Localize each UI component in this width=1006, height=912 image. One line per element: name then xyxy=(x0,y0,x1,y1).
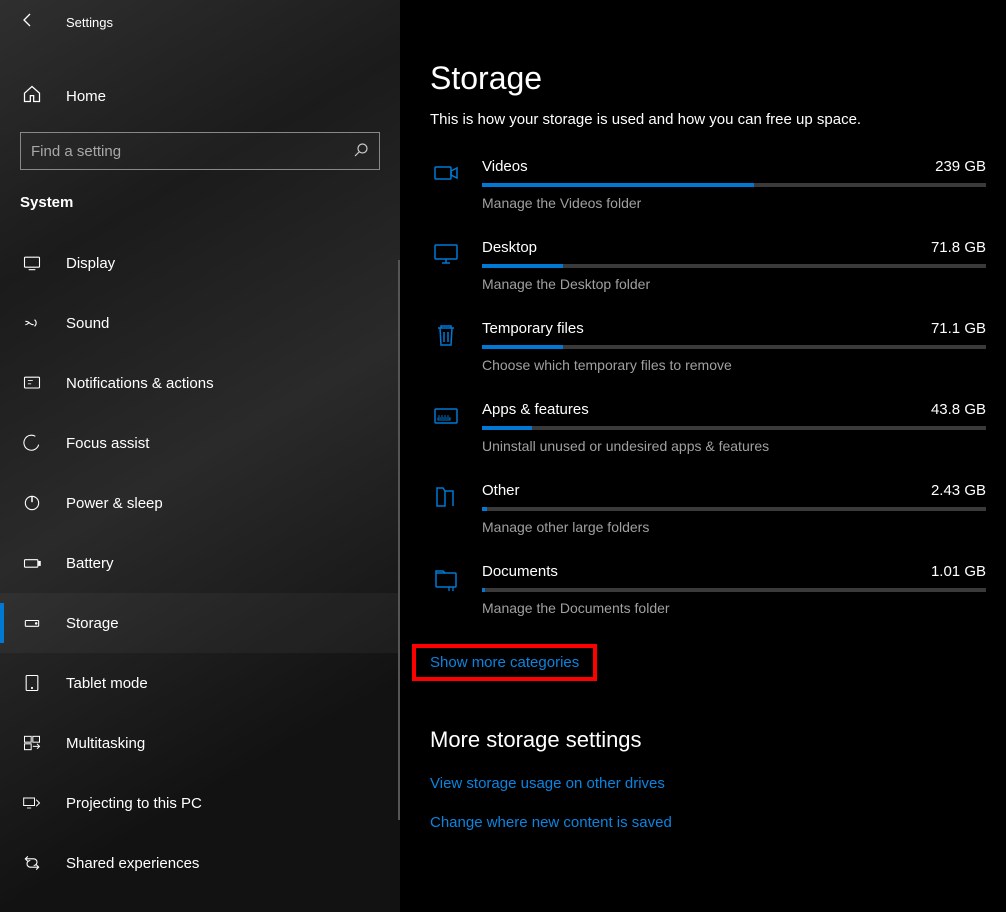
nav-label: Sound xyxy=(66,315,109,332)
home-label: Home xyxy=(66,88,106,105)
nav-label: Tablet mode xyxy=(66,675,148,692)
highlight-box: Show more categories xyxy=(412,644,597,681)
page-subtitle: This is how your storage is used and how… xyxy=(430,111,986,128)
storage-size: 2.43 GB xyxy=(931,482,986,499)
app-title: Settings xyxy=(66,15,113,30)
storage-row-temporary-files[interactable]: Temporary files 71.1 GB Choose which tempo… xyxy=(430,320,986,373)
storage-name: Videos xyxy=(482,158,528,175)
storage-size: 1.01 GB xyxy=(931,563,986,580)
storage-bar xyxy=(482,426,986,430)
storage-bar xyxy=(482,264,986,268)
nav-label: Display xyxy=(66,255,115,272)
storage-bar xyxy=(482,588,986,592)
nav-item-focus-assist[interactable]: Focus assist xyxy=(0,413,400,473)
nav-icon xyxy=(22,613,42,633)
search-box[interactable] xyxy=(20,132,380,170)
view-other-drives-link[interactable]: View storage usage on other drives xyxy=(430,775,986,792)
storage-name: Other xyxy=(482,482,520,499)
storage-name: Desktop xyxy=(482,239,537,256)
storage-row-videos[interactable]: Videos 239 GB Manage the Videos folder xyxy=(430,158,986,211)
show-more-link[interactable]: Show more categories xyxy=(430,654,579,671)
nav-icon xyxy=(22,853,42,873)
storage-size: 43.8 GB xyxy=(931,401,986,418)
storage-list: Videos 239 GB Manage the Videos folder Desk… xyxy=(430,158,986,616)
desktop-icon xyxy=(430,239,462,267)
nav-item-display[interactable]: Display xyxy=(0,233,400,293)
nav-item-notifications-actions[interactable]: Notifications & actions xyxy=(0,353,400,413)
main-panel: Storage This is how your storage is used… xyxy=(400,0,1006,912)
apps-icon xyxy=(430,401,462,429)
nav-item-shared-experiences[interactable]: Shared experiences xyxy=(0,833,400,893)
storage-desc: Manage the Videos folder xyxy=(482,195,986,211)
storage-desc: Manage the Desktop folder xyxy=(482,276,986,292)
storage-size: 239 GB xyxy=(935,158,986,175)
nav-item-projecting-to-this-pc[interactable]: Projecting to this PC xyxy=(0,773,400,833)
document-icon xyxy=(430,563,462,591)
video-icon xyxy=(430,158,462,186)
nav-item-multitasking[interactable]: Multitasking xyxy=(0,713,400,773)
section-header: System xyxy=(0,170,400,221)
nav-label: Multitasking xyxy=(66,735,145,752)
page-title: Storage xyxy=(430,60,986,97)
sidebar: Settings Home System Display Sound Notific… xyxy=(0,0,400,912)
nav-item-power-sleep[interactable]: Power & sleep xyxy=(0,473,400,533)
nav-label: Notifications & actions xyxy=(66,375,214,392)
storage-bar xyxy=(482,507,986,511)
storage-name: Apps & features xyxy=(482,401,589,418)
storage-size: 71.8 GB xyxy=(931,239,986,256)
storage-row-documents[interactable]: Documents 1.01 GB Manage the Documents fol… xyxy=(430,563,986,616)
back-arrow-icon[interactable] xyxy=(20,12,36,33)
nav-icon xyxy=(22,253,42,273)
nav-icon xyxy=(22,793,42,813)
sidebar-scrollbar[interactable] xyxy=(398,260,400,820)
nav-icon xyxy=(22,313,42,333)
storage-name: Documents xyxy=(482,563,558,580)
nav-icon xyxy=(22,493,42,513)
home-button[interactable]: Home xyxy=(0,68,400,124)
storage-desc: Uninstall unused or undesired apps & fea… xyxy=(482,438,986,454)
nav-label: Battery xyxy=(66,555,114,572)
nav-icon xyxy=(22,553,42,573)
nav-label: Focus assist xyxy=(66,435,149,452)
nav-label: Power & sleep xyxy=(66,495,163,512)
storage-size: 71.1 GB xyxy=(931,320,986,337)
storage-desc: Manage the Documents folder xyxy=(482,600,986,616)
nav-item-battery[interactable]: Battery xyxy=(0,533,400,593)
nav-icon xyxy=(22,433,42,453)
nav-item-storage[interactable]: Storage xyxy=(0,593,400,653)
search-icon xyxy=(353,142,369,161)
storage-row-apps-features[interactable]: Apps & features 43.8 GB Uninstall unused o… xyxy=(430,401,986,454)
nav-icon xyxy=(22,373,42,393)
storage-bar xyxy=(482,345,986,349)
storage-desc: Choose which temporary files to remove xyxy=(482,357,986,373)
more-settings-title: More storage settings xyxy=(430,727,986,753)
storage-name: Temporary files xyxy=(482,320,584,337)
change-saved-link[interactable]: Change where new content is saved xyxy=(430,814,986,831)
storage-desc: Manage other large folders xyxy=(482,519,986,535)
nav-label: Storage xyxy=(66,615,119,632)
nav-icon xyxy=(22,673,42,693)
storage-bar xyxy=(482,183,986,187)
nav-list: Display Sound Notifications & actions Focus… xyxy=(0,233,400,893)
storage-row-other[interactable]: Other 2.43 GB Manage other large folders xyxy=(430,482,986,535)
nav-icon xyxy=(22,733,42,753)
nav-item-tablet-mode[interactable]: Tablet mode xyxy=(0,653,400,713)
home-icon xyxy=(22,84,42,108)
nav-label: Shared experiences xyxy=(66,855,199,872)
storage-row-desktop[interactable]: Desktop 71.8 GB Manage the Desktop folder xyxy=(430,239,986,292)
folder-icon xyxy=(430,482,462,510)
nav-label: Projecting to this PC xyxy=(66,795,202,812)
trash-icon xyxy=(430,320,462,348)
search-input[interactable] xyxy=(31,143,353,160)
nav-item-sound[interactable]: Sound xyxy=(0,293,400,353)
